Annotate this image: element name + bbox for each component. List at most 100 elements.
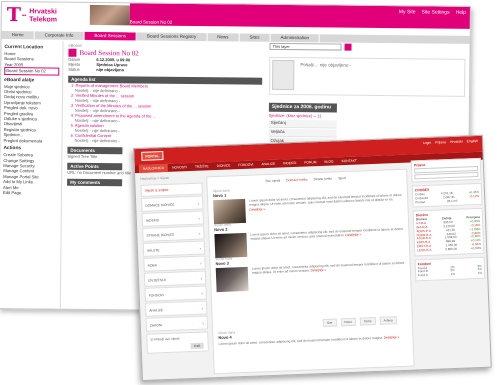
header-links: My Site Site Settings Help — [399, 9, 466, 16]
portal-logo[interactable]: PORTAL — [141, 151, 164, 161]
left-menu-item[interactable]: IZVJEŠTAJI › — [143, 270, 207, 287]
read-more-link[interactable]: Detaljnije » — [249, 207, 265, 212]
month-item[interactable]: Siječanj — [268, 119, 337, 129]
logo-line1: Hrvatski — [29, 8, 57, 16]
tab-news[interactable]: News — [207, 33, 240, 42]
chevron-right-icon: › — [202, 320, 204, 326]
news-tab[interactable]: Sve vijesti — [265, 179, 280, 184]
tab-sites[interactable]: Sites — [239, 33, 271, 42]
fund-change: 2% — [477, 271, 483, 276]
search-go-button[interactable] — [344, 43, 352, 51]
filter-go-button[interactable]: Traži — [190, 342, 204, 350]
comments-header: My comments — [67, 178, 123, 187]
checkbox-icon[interactable]: ☑ — [150, 338, 153, 342]
top-link[interactable]: Prijava — [435, 140, 446, 144]
chevron-right-icon: › — [200, 260, 202, 266]
news-photo[interactable] — [215, 266, 249, 293]
filter-box: ☑ Prikaži sve vijesti Traži — [146, 331, 209, 354]
news-tab[interactable]: Domaće tvrtke — [286, 177, 307, 182]
filter-label: Prikaži sve vijesti — [154, 336, 180, 342]
index-change: -0,12% — [469, 193, 480, 199]
tab-board-sessions-registry[interactable]: Board Sessions Registry — [136, 32, 208, 42]
read-more-link[interactable]: Detaljnije » — [345, 233, 361, 238]
month-item[interactable]: Veljača — [268, 128, 337, 138]
news-photo[interactable] — [213, 198, 247, 225]
index-name: Promet — [415, 199, 426, 204]
board-item[interactable]: Pregled dokumenata — [4, 138, 59, 144]
agenda-item: 6. Confidential Content Nositelj: - nije … — [68, 133, 262, 145]
left-menu-item[interactable]: ANALIZE › — [145, 300, 208, 317]
left-menu-item[interactable]: STRANE DIONICE › — [142, 225, 205, 242]
left-menu-item[interactable]: ROBA › — [143, 255, 206, 272]
left-menu-item[interactable]: DOMAĆE DIONICE › — [140, 195, 204, 212]
header-pink-bar — [129, 3, 471, 29]
nav-item[interactable]: TRŽIŠTE — [191, 162, 213, 171]
read-more-link[interactable]: Detaljnije » — [310, 268, 326, 273]
left-menu-label: ZAKONI — [149, 323, 163, 328]
tab-home[interactable]: Home — [1, 31, 35, 40]
breadcrumb[interactable]: Naslovnica > Vijesti — [140, 176, 169, 181]
ht-logo[interactable]: T •• Hrvatski Telekom — [7, 4, 58, 26]
top-link[interactable]: English — [466, 139, 478, 143]
left-menu-item[interactable]: INDEKSI › — [141, 210, 205, 227]
loc-item-current[interactable]: Board Session No 02 — [4, 67, 60, 76]
news-photo[interactable] — [214, 232, 248, 259]
funds-pane: Fondovi Fond A 1% 3% Fond B 2% 4% Fond C 1% 2% — [414, 256, 486, 282]
tab-corporate-info[interactable]: Corporate Info — [34, 31, 85, 40]
left-menu-label: VALUTE — [146, 248, 160, 253]
nav-item[interactable]: BLOG — [320, 157, 337, 166]
fund-name: Fond C — [418, 273, 429, 278]
left-menu-item[interactable]: FONDOVI › — [144, 285, 207, 302]
top-link[interactable]: Login — [423, 141, 432, 145]
stock-price: 5.850,00 — [445, 246, 458, 252]
nav-item[interactable]: FONDOVI — [234, 160, 257, 169]
index-row: Promet 26,1 mil — [415, 198, 479, 205]
left-menu-label: FONDOVI — [148, 293, 164, 298]
tab-administration[interactable]: Administration — [270, 33, 321, 43]
nav-item[interactable]: NASLOVNICA — [138, 163, 169, 173]
left-menu-label: DOMAĆE DIONICE — [145, 202, 175, 208]
chevron-right-icon: › — [200, 275, 203, 281]
search-scope-select[interactable] — [269, 42, 342, 51]
left-menu-header[interactable]: Vijesti iz svijeta — [140, 182, 203, 197]
header-link-site-settings[interactable]: Site Settings — [421, 9, 449, 15]
nav-item[interactable]: DIONICE — [213, 161, 235, 170]
news-tab[interactable]: Strane tvrtke — [313, 177, 332, 182]
news-item: Vijesti dana Novo 4 Lorem ipsum dolor si… — [218, 324, 410, 347]
stock-ticker: LEDO-R-A — [417, 247, 432, 253]
nav-item[interactable]: INDEKSI — [279, 159, 300, 168]
nav-item[interactable]: FORUM — [300, 158, 320, 167]
left-menu-label: INDEKSI — [145, 218, 160, 223]
chevron-right-icon: › — [199, 245, 202, 251]
news-tab[interactable]: Sport — [338, 176, 346, 180]
action-edit-page[interactable]: Edit Page — [3, 190, 58, 196]
header-link-my-site[interactable]: My Site — [399, 9, 416, 15]
logo-dots-icon: •• — [21, 12, 27, 19]
logo-line2: Telekom — [29, 15, 58, 24]
left-menu-item[interactable]: ZAKONI › — [145, 315, 209, 332]
news-tabs: Sve vijesti Domaće tvrtke Strane tvrtke … — [265, 176, 346, 183]
board-session-icon — [68, 48, 77, 57]
left-menu-label: ANALIZE — [149, 308, 164, 313]
fund-row[interactable]: Fond C 1% 2% — [418, 271, 483, 278]
eboard-title: eBoard alatje — [4, 77, 35, 83]
read-more-link[interactable]: Detaljnije » — [384, 335, 400, 340]
sessions-subtitle[interactable]: Sjednice: (kroz sjednice) -- 11 — [269, 113, 322, 119]
header-link-help[interactable]: Help — [456, 10, 466, 16]
stock-row[interactable]: LEDO-R-A 5.850,00 +0,00% — [417, 246, 481, 253]
tab-board-sessions[interactable]: Board Sessions — [84, 31, 138, 41]
stocks-pane: Dionice Dionica Zadnja Promjena HT-R-A 335,… — [412, 208, 485, 257]
password-field[interactable] — [414, 171, 479, 180]
document-thumbnail[interactable] — [272, 59, 295, 91]
header-subtitle: Board Session No 02 — [129, 19, 173, 25]
nav-item[interactable]: NOVOSTI — [168, 163, 191, 172]
index-value: 26,1 mil — [446, 198, 458, 203]
meta-key: Status — [68, 66, 80, 72]
actions-title: Actions — [3, 146, 22, 152]
nav-item[interactable]: KONTAKT — [337, 156, 361, 165]
news-main: Sve vijesti Domaće tvrtke Strane tvrtke … — [206, 168, 415, 375]
nav-item[interactable]: ANALIZE — [257, 160, 279, 169]
left-menu-item[interactable]: VALUTE › — [142, 240, 206, 257]
chevron-right-icon: › — [198, 230, 201, 236]
top-link[interactable]: Hrvatski — [450, 140, 463, 144]
